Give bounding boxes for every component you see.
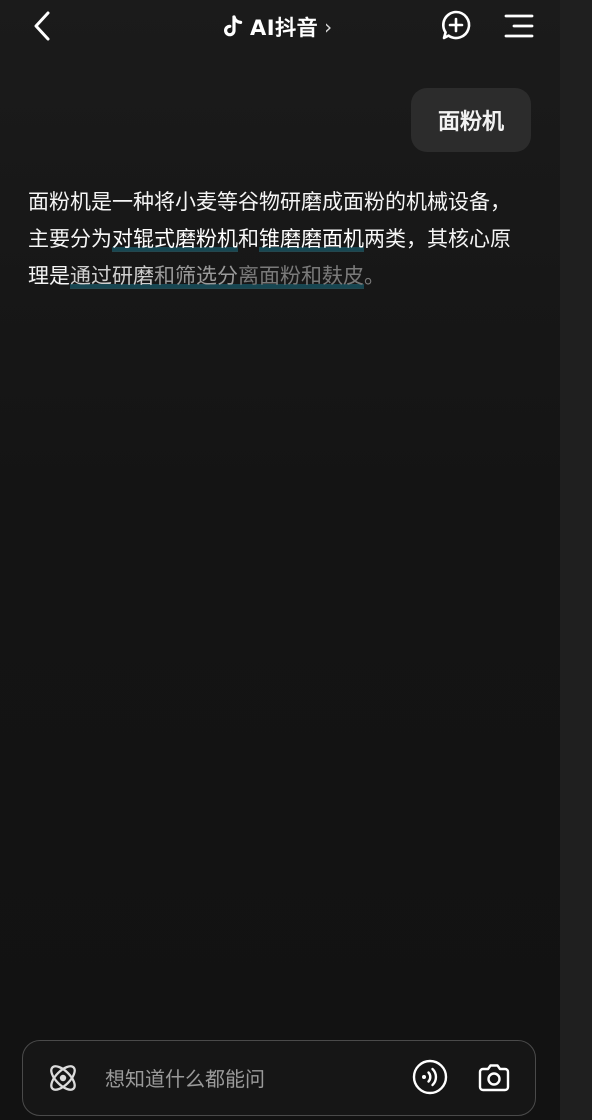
chevron-right-icon: › [324, 15, 333, 39]
streaming-text: 离面粉和麸皮 [238, 264, 364, 288]
app-title-button[interactable]: AI抖音 › [220, 10, 332, 44]
user-message-bubble: 面粉机 [411, 88, 531, 152]
keyword-link-principle[interactable]: 通过研磨和筛选分离面粉和麸皮 [70, 264, 364, 289]
keyword-link-cone-mill[interactable]: 锥磨磨面机 [259, 227, 364, 252]
tiktok-logo-icon [224, 15, 243, 37]
streaming-text: 和筛选分 [154, 264, 238, 288]
back-button[interactable] [26, 8, 62, 44]
agent-button[interactable] [45, 1060, 81, 1096]
answer-text: 。 [364, 264, 385, 288]
camera-icon [478, 1064, 510, 1092]
agent-orbit-icon [50, 1065, 76, 1091]
menu-button[interactable] [502, 10, 536, 42]
streaming-text: 通过研磨 [70, 264, 154, 288]
new-chat-icon [441, 10, 471, 40]
chat-screen: AI抖音 › 面粉机 面粉机是一种将小麦等谷物研磨成面粉的机械设备，主要分为对辊… [0, 0, 560, 1120]
menu-icon [504, 14, 534, 38]
keyword-link-roller-mill[interactable]: 对辊式磨粉机 [112, 227, 238, 252]
chat-input-bar [22, 1040, 536, 1116]
voice-button[interactable] [411, 1058, 449, 1096]
app-title: AI抖音 [250, 16, 319, 40]
top-bar: AI抖音 › [0, 0, 560, 56]
camera-button[interactable] [475, 1059, 513, 1097]
question-input[interactable] [103, 1059, 407, 1099]
back-icon [34, 11, 50, 41]
right-edge-strip [560, 0, 592, 1120]
new-chat-button[interactable] [438, 8, 474, 44]
ai-answer: 面粉机是一种将小麦等谷物研磨成面粉的机械设备，主要分为对辊式磨粉机和锥磨磨面机两… [28, 184, 528, 295]
voice-icon [412, 1059, 448, 1095]
answer-text: 和 [238, 227, 259, 251]
user-message-text: 面粉机 [437, 110, 504, 135]
